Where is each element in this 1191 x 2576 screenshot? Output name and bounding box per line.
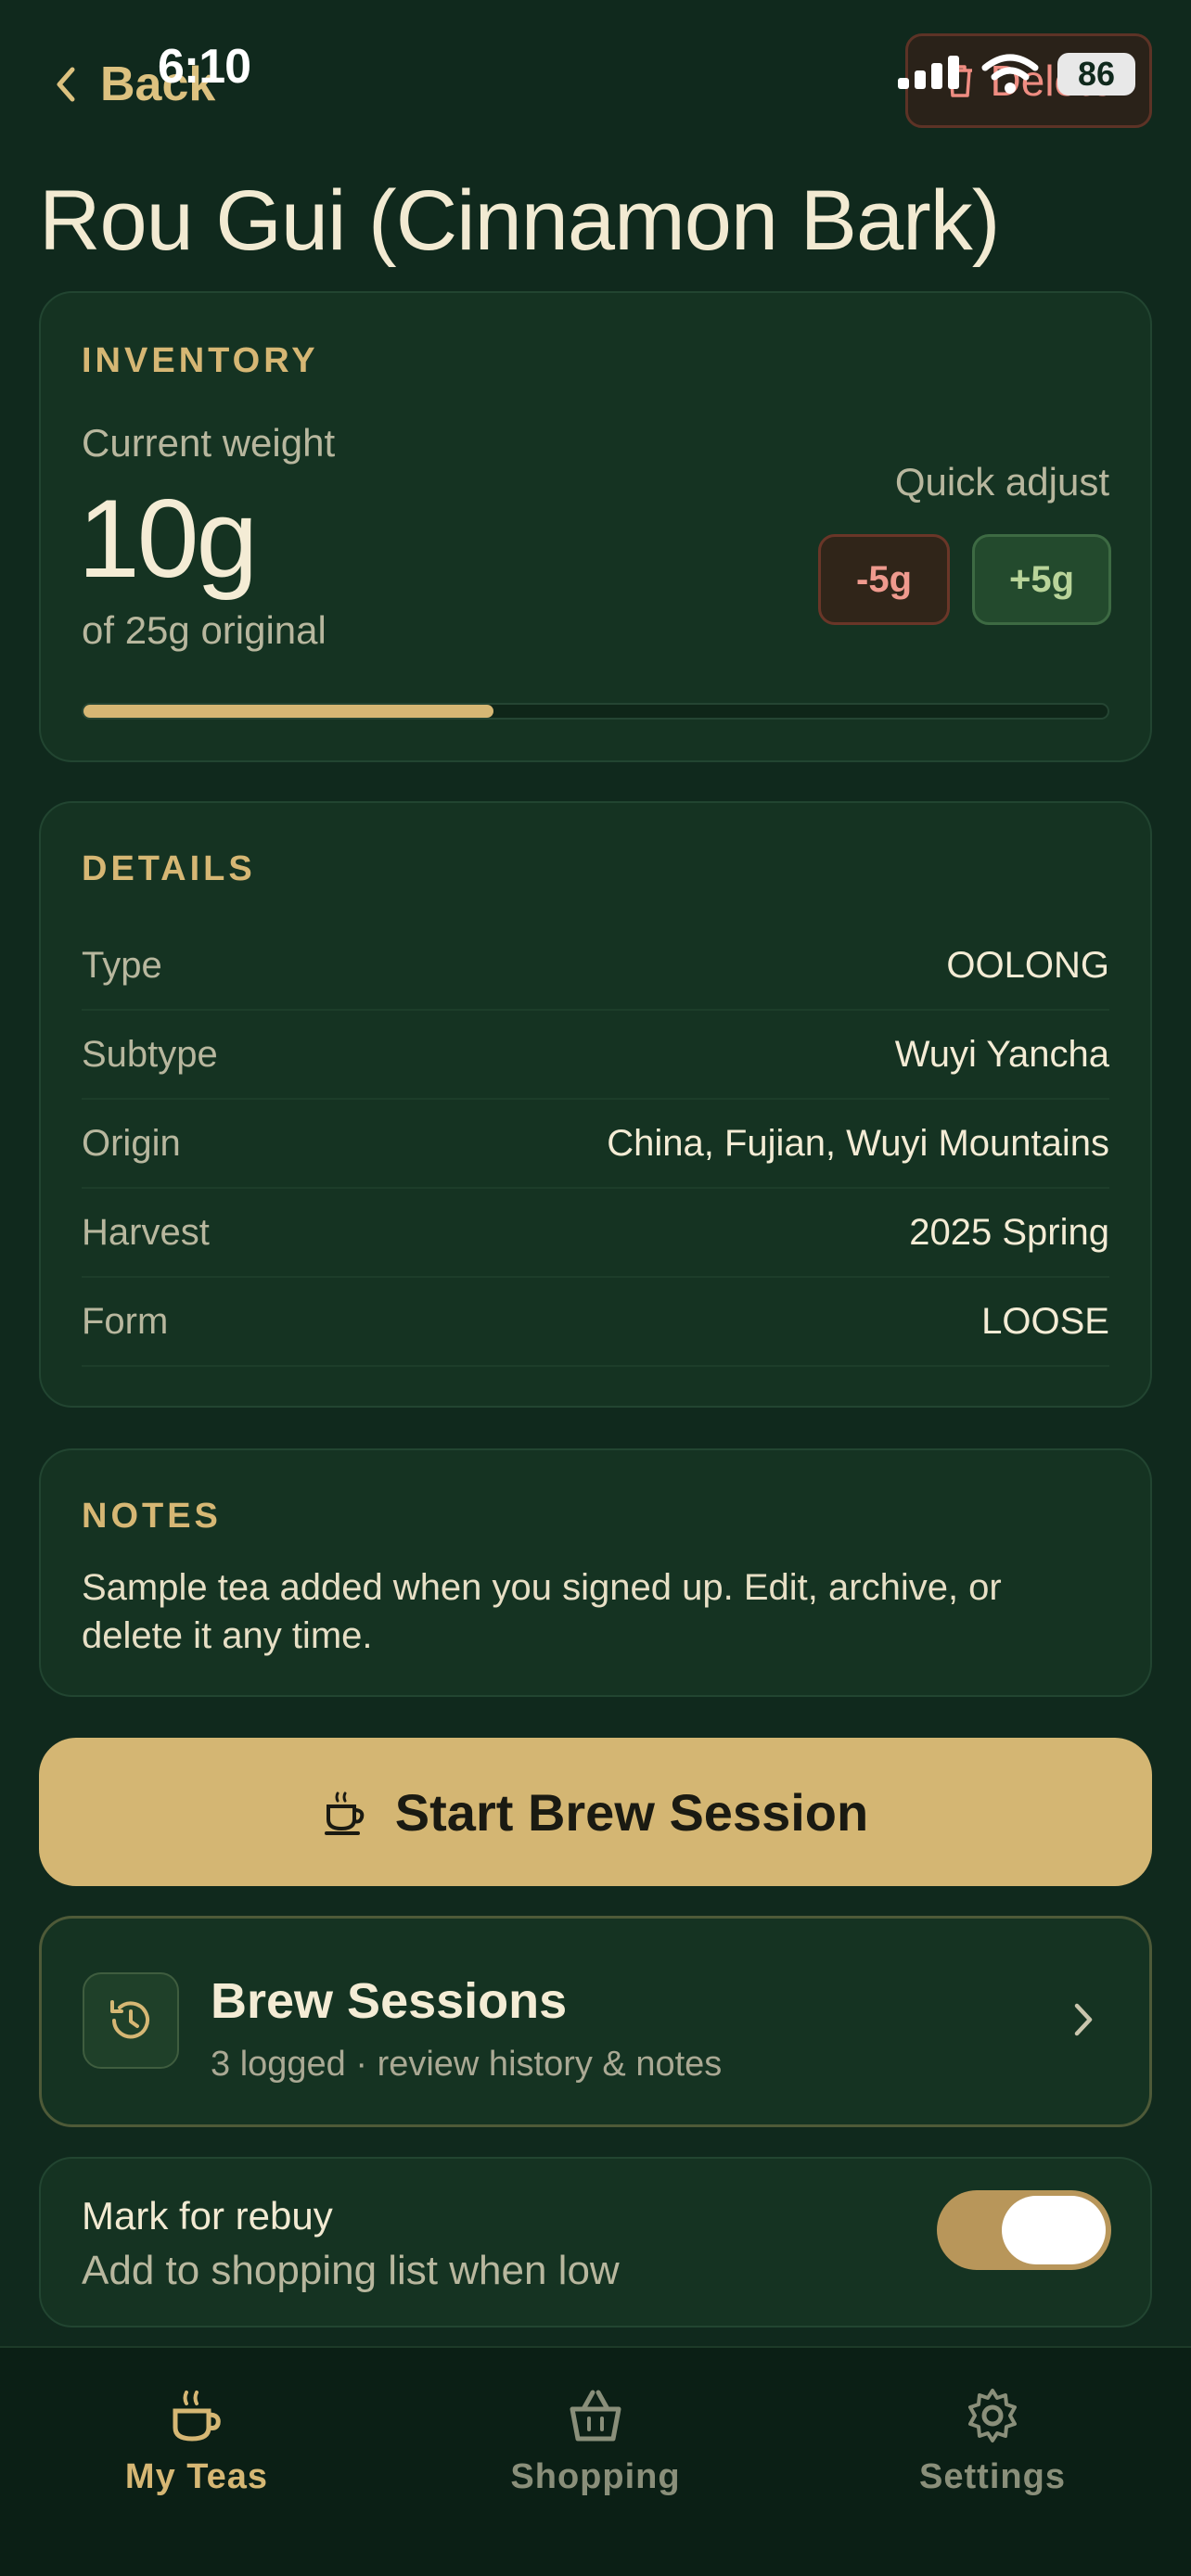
detail-row-origin: Origin China, Fujian, Wuyi Mountains (82, 1100, 1109, 1189)
rebuy-toggle[interactable] (937, 2190, 1111, 2270)
notes-text: Sample tea added when you signed up. Edi… (82, 1567, 1002, 1656)
detail-value: LOOSE (981, 1300, 1109, 1342)
inventory-section-label: INVENTORY (82, 341, 319, 380)
decrease-weight-button[interactable]: -5g (818, 534, 950, 625)
notes-card: NOTES Sample tea added when you signed u… (39, 1448, 1152, 1697)
detail-key: Harvest (82, 1211, 210, 1253)
nav-label: Shopping (510, 2457, 681, 2496)
nav-item-my-teas[interactable]: My Teas (58, 2385, 336, 2515)
inventory-progress-fill (83, 705, 493, 718)
detail-value: Wuyi Yancha (894, 1033, 1109, 1075)
increase-weight-button[interactable]: +5g (972, 534, 1111, 625)
bottom-nav: My Teas Shopping Settings (0, 2346, 1191, 2576)
nav-label: Settings (919, 2457, 1066, 2496)
current-weight-value: 10g (78, 477, 258, 601)
detail-key: Subtype (82, 1033, 218, 1075)
battery-indicator: 86 (1057, 53, 1135, 96)
page-title: Rou Gui (Cinnamon Bark) (39, 173, 1000, 268)
wifi-icon (981, 54, 1039, 94)
status-time: 6:10 (158, 40, 251, 94)
detail-row-harvest: Harvest 2025 Spring (82, 1189, 1109, 1278)
notes-section-label: NOTES (82, 1497, 222, 1536)
brew-sessions-subtitle: 3 logged · review history & notes (211, 2045, 723, 2084)
detail-row-subtype: Subtype Wuyi Yancha (82, 1011, 1109, 1100)
brew-sessions-title: Brew Sessions (211, 1973, 568, 2029)
inventory-card: INVENTORY Current weight 10g of 25g orig… (39, 291, 1152, 762)
rebuy-title: Mark for rebuy (82, 2194, 333, 2238)
basket-icon (570, 2390, 621, 2442)
start-brew-session-button[interactable]: Start Brew Session (39, 1738, 1152, 1886)
detail-value: 2025 Spring (909, 1211, 1109, 1253)
nav-label: My Teas (124, 2457, 269, 2496)
rebuy-subtitle: Add to shopping list when low (82, 2248, 620, 2293)
nav-item-shopping[interactable]: Shopping (456, 2385, 735, 2515)
gear-icon (968, 2389, 1017, 2442)
nav-item-settings[interactable]: Settings (853, 2385, 1132, 2515)
inventory-progress-bar (82, 703, 1109, 720)
history-icon (83, 1972, 179, 2069)
signal-icon (898, 56, 959, 89)
details-section-label: DETAILS (82, 849, 256, 888)
detail-key: Type (82, 944, 162, 986)
brew-sessions-card[interactable]: Brew Sessions 3 logged · review history … (39, 1916, 1152, 2127)
teacup-icon (173, 2391, 221, 2442)
quick-adjust-label: Quick adjust (894, 460, 1109, 504)
details-card: DETAILS Type OOLONG Subtype Wuyi Yancha … (39, 801, 1152, 1408)
detail-value: China, Fujian, Wuyi Mountains (607, 1122, 1109, 1164)
current-weight-label: Current weight (82, 421, 336, 465)
teacup-icon (324, 1792, 365, 1835)
detail-row-form: Form LOOSE (82, 1278, 1109, 1367)
detail-value: OOLONG (946, 944, 1109, 986)
chevron-left-icon (57, 67, 75, 102)
original-weight-text: of 25g original (82, 608, 327, 652)
rebuy-card: Mark for rebuy Add to shopping list when… (39, 2157, 1152, 2327)
toggle-knob (1002, 2196, 1106, 2264)
start-brew-session-label: Start Brew Session (394, 1782, 869, 1842)
detail-row-type: Type OOLONG (82, 922, 1109, 1011)
chevron-right-icon (1074, 2003, 1093, 2036)
detail-key: Form (82, 1300, 169, 1342)
status-icons: 86 (898, 48, 1135, 100)
detail-key: Origin (82, 1122, 181, 1164)
